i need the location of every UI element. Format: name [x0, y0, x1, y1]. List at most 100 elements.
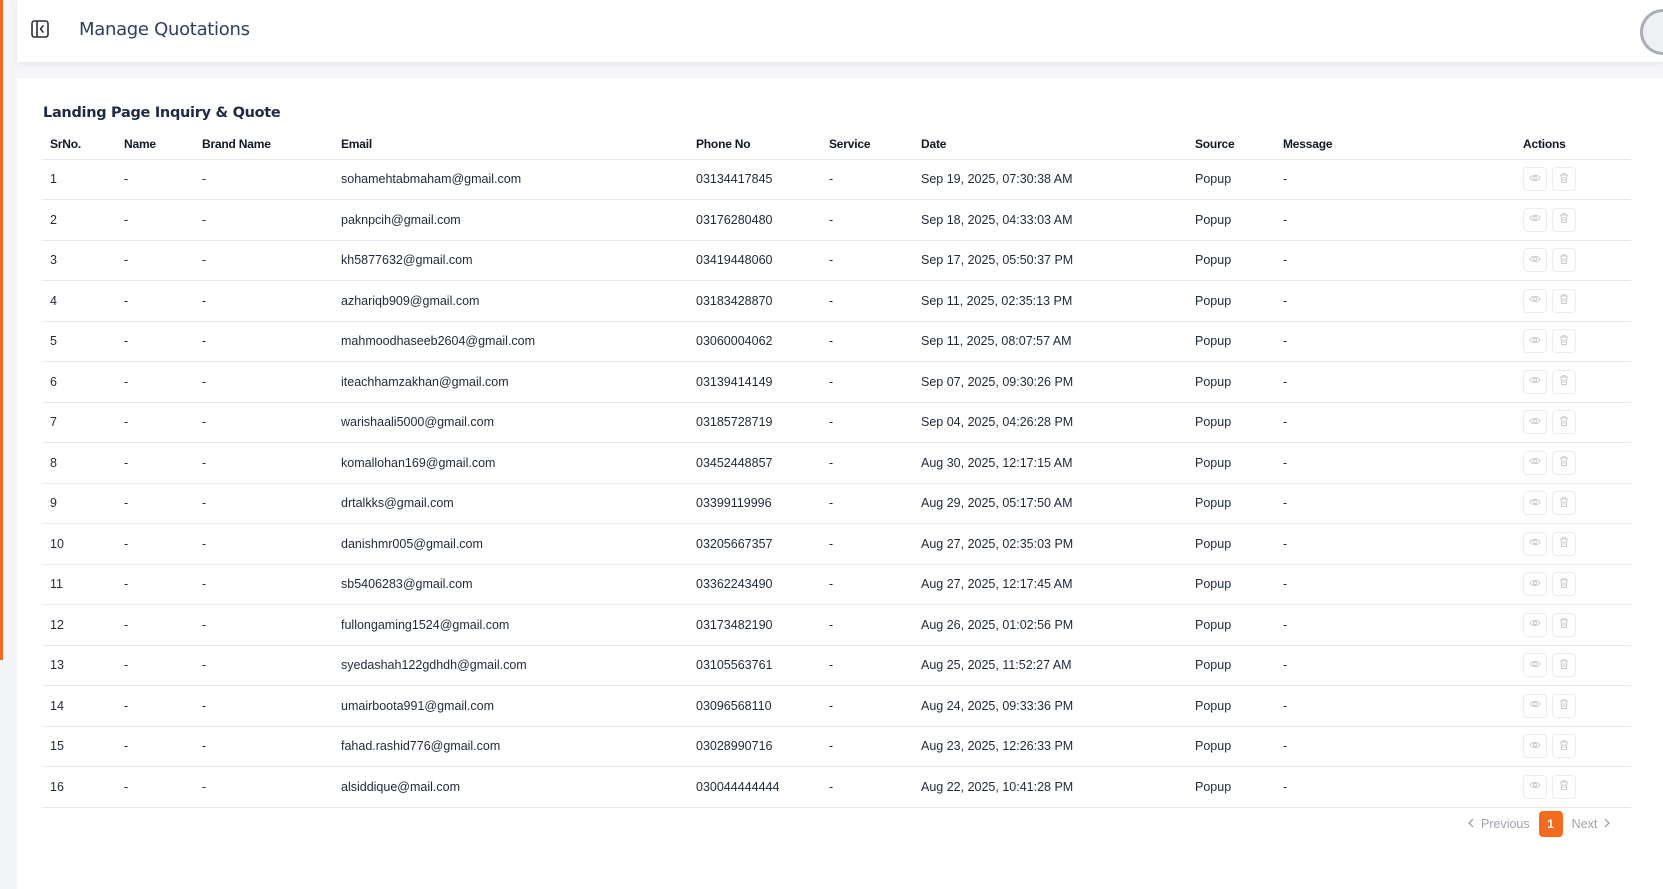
cell-service: -	[822, 402, 914, 443]
cell-email: sb5406283@gmail.com	[334, 564, 689, 605]
view-button[interactable]	[1523, 612, 1547, 637]
trash-icon	[1558, 658, 1570, 673]
delete-button[interactable]	[1552, 329, 1576, 354]
eye-icon	[1529, 455, 1541, 470]
table-row: 14- - umairboota991@gmail.com 03096568110- A…	[43, 685, 1631, 727]
cell-email: umairboota991@gmail.com	[334, 685, 689, 727]
view-button[interactable]	[1523, 734, 1547, 759]
column-header-brand-name: Brand Name	[195, 129, 334, 160]
cell-name: -	[117, 685, 195, 727]
cell-srno: 13	[43, 645, 117, 686]
delete-button[interactable]	[1552, 410, 1576, 435]
cell-srno: 4	[43, 280, 117, 322]
cell-srno: 15	[43, 726, 117, 767]
sidebar-toggle-icon[interactable]	[29, 18, 51, 40]
cell-srno: 16	[43, 766, 117, 808]
cell-name: -	[117, 321, 195, 362]
delete-button[interactable]	[1552, 369, 1576, 394]
cell-brand-name: -	[195, 199, 334, 241]
view-button[interactable]	[1523, 491, 1547, 516]
column-header-message: Message	[1276, 129, 1516, 160]
view-button[interactable]	[1523, 329, 1547, 354]
cell-actions	[1516, 361, 1631, 403]
quotations-table: SrNo. Name Brand Name Email Phone No Ser…	[43, 129, 1631, 808]
delete-button[interactable]	[1552, 612, 1576, 637]
quotations-card: Landing Page Inquiry & Quote SrNo. Name …	[17, 78, 1663, 889]
cell-name: -	[117, 442, 195, 484]
delete-button[interactable]	[1552, 531, 1576, 556]
delete-button[interactable]	[1552, 450, 1576, 475]
delete-button[interactable]	[1552, 653, 1576, 678]
cell-email: warishaali5000@gmail.com	[334, 402, 689, 443]
top-bar: Manage Quotations	[17, 0, 1663, 62]
cell-message: -	[1276, 564, 1516, 605]
eye-icon	[1529, 779, 1541, 794]
view-button[interactable]	[1523, 450, 1547, 475]
delete-button[interactable]	[1552, 248, 1576, 273]
eye-icon	[1529, 172, 1541, 187]
eye-icon	[1529, 415, 1541, 430]
cell-date: Sep 11, 2025, 02:35:13 PM	[914, 280, 1188, 322]
column-header-source: Source	[1188, 129, 1276, 160]
cell-name: -	[117, 604, 195, 646]
eye-icon	[1529, 658, 1541, 673]
cell-service: -	[822, 321, 914, 362]
next-button[interactable]: Next	[1572, 817, 1612, 831]
previous-label: Previous	[1481, 817, 1530, 831]
cell-message: -	[1276, 523, 1516, 565]
view-button[interactable]	[1523, 410, 1547, 435]
cell-source: Popup	[1188, 645, 1276, 686]
view-button[interactable]	[1523, 248, 1547, 273]
delete-button[interactable]	[1552, 572, 1576, 597]
pagination: Previous 1 Next	[1467, 811, 1611, 837]
eye-icon	[1529, 334, 1541, 349]
column-header-actions: Actions	[1516, 129, 1631, 160]
table-row: 12- - fullongaming1524@gmail.com 0317348219…	[43, 604, 1631, 646]
table-row: 8- - komallohan169@gmail.com 03452448857- Au…	[43, 442, 1631, 484]
trash-icon	[1558, 455, 1570, 470]
cell-email: iteachhamzakhan@gmail.com	[334, 361, 689, 403]
delete-button[interactable]	[1552, 734, 1576, 759]
view-button[interactable]	[1523, 167, 1547, 192]
delete-button[interactable]	[1552, 167, 1576, 192]
cell-name: -	[117, 523, 195, 565]
view-button[interactable]	[1523, 531, 1547, 556]
eye-icon	[1529, 293, 1541, 308]
cell-service: -	[822, 483, 914, 524]
previous-button[interactable]: Previous	[1467, 817, 1530, 831]
cell-brand-name: -	[195, 442, 334, 484]
cell-message: -	[1276, 685, 1516, 727]
view-button[interactable]	[1523, 774, 1547, 799]
cell-srno: 2	[43, 199, 117, 241]
cell-date: Sep 18, 2025, 04:33:03 AM	[914, 199, 1188, 241]
page-1-button[interactable]: 1	[1538, 811, 1563, 837]
view-button[interactable]	[1523, 207, 1547, 232]
cell-brand-name: -	[195, 280, 334, 322]
cell-email: drtalkks@gmail.com	[334, 483, 689, 524]
delete-button[interactable]	[1552, 693, 1576, 718]
cell-email: sohamehtabmaham@gmail.com	[334, 159, 689, 200]
delete-button[interactable]	[1552, 207, 1576, 232]
cell-email: azhariqb909@gmail.com	[334, 280, 689, 322]
cell-name: -	[117, 726, 195, 767]
cell-name: -	[117, 766, 195, 808]
cell-actions	[1516, 321, 1631, 362]
view-button[interactable]	[1523, 693, 1547, 718]
delete-button[interactable]	[1552, 491, 1576, 516]
delete-button[interactable]	[1552, 774, 1576, 799]
view-button[interactable]	[1523, 572, 1547, 597]
cell-service: -	[822, 442, 914, 484]
cell-actions	[1516, 159, 1631, 200]
cell-brand-name: -	[195, 685, 334, 727]
section-title: Landing Page Inquiry & Quote	[43, 105, 281, 121]
cell-email: alsiddique@mail.com	[334, 766, 689, 808]
delete-button[interactable]	[1552, 288, 1576, 313]
cell-phone: 03399119996	[689, 483, 822, 524]
view-button[interactable]	[1523, 288, 1547, 313]
view-button[interactable]	[1523, 369, 1547, 394]
cell-actions	[1516, 280, 1631, 322]
view-button[interactable]	[1523, 653, 1547, 678]
cell-source: Popup	[1188, 685, 1276, 727]
cell-srno: 12	[43, 604, 117, 646]
cell-brand-name: -	[195, 564, 334, 605]
